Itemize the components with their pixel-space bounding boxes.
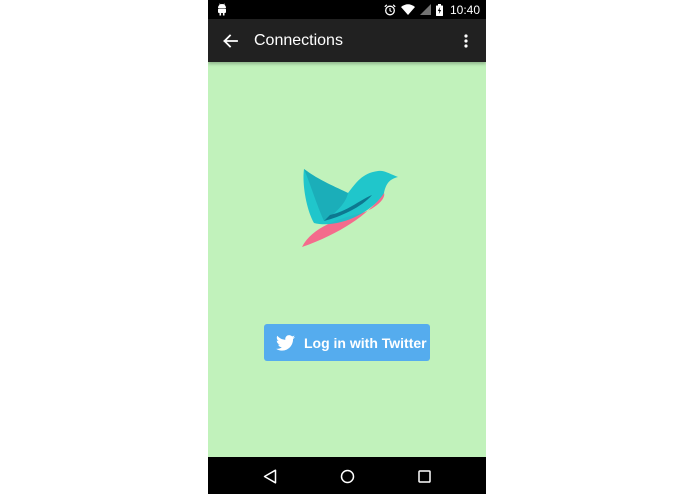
overflow-menu-button[interactable] <box>454 29 478 53</box>
back-button[interactable] <box>218 29 242 53</box>
back-triangle-icon <box>263 468 277 484</box>
nav-back-button[interactable] <box>260 466 280 486</box>
nav-recents-button[interactable] <box>414 466 434 486</box>
phone-screen: 10:40 Connections Log in with Twitter <box>208 0 486 494</box>
more-vert-icon <box>464 34 468 48</box>
recents-square-icon <box>417 469 431 483</box>
status-time: 10:40 <box>449 2 480 17</box>
status-bar: 10:40 <box>208 0 486 19</box>
home-circle-icon <box>340 469 354 483</box>
signal-icon <box>419 4 431 15</box>
android-icon <box>218 3 226 16</box>
alarm-icon <box>384 3 396 15</box>
app-bar: Connections <box>208 19 486 62</box>
page-title: Connections <box>254 32 343 49</box>
bird-logo <box>302 169 398 247</box>
twitter-bird-icon <box>276 334 295 351</box>
navigation-bar <box>208 457 486 494</box>
login-with-twitter-button[interactable]: Log in with Twitter <box>264 324 430 361</box>
nav-home-button[interactable] <box>337 466 357 486</box>
battery-charging-icon <box>435 3 443 16</box>
arrow-back-icon <box>223 34 238 48</box>
wifi-icon <box>400 4 415 15</box>
status-icons: 10:40 <box>384 0 480 19</box>
login-button-label: Log in with Twitter <box>304 334 427 351</box>
